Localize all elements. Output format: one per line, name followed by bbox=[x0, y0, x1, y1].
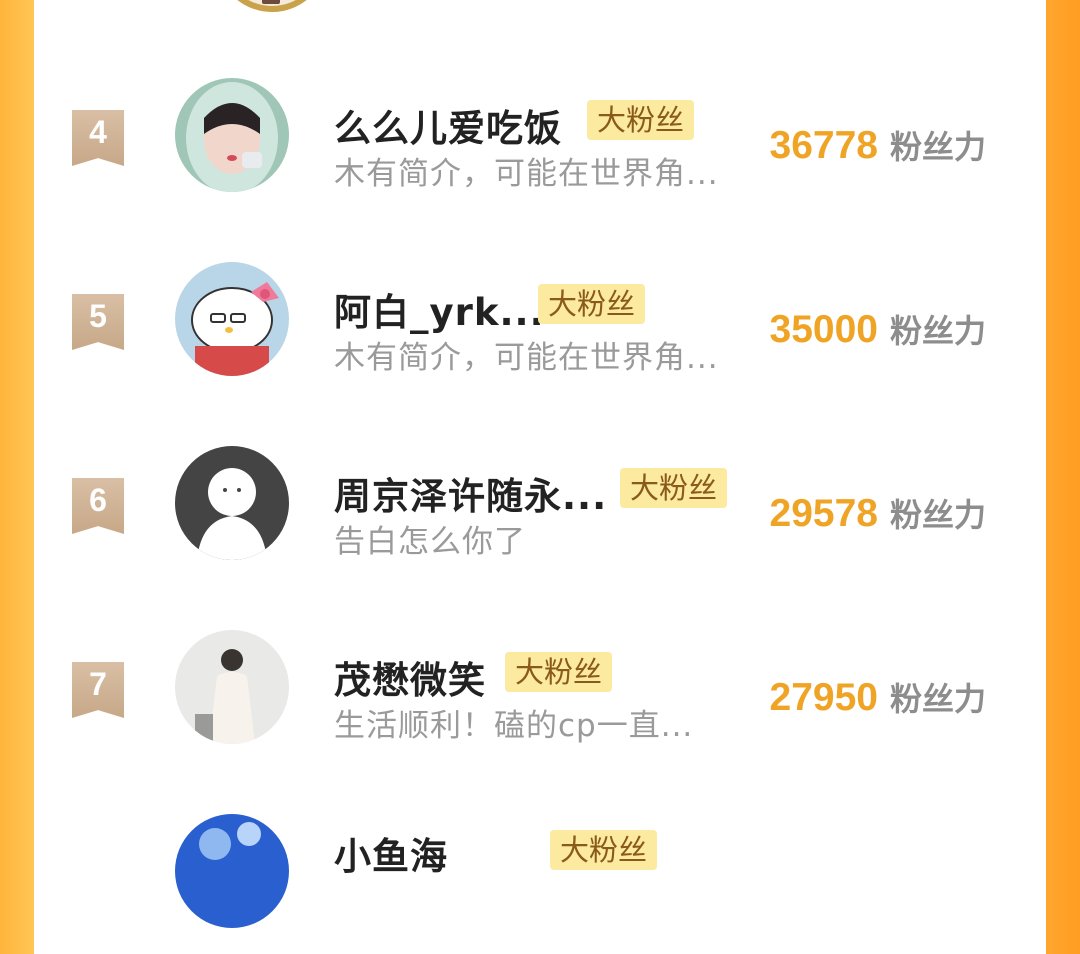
fan-ranking-card: 4 么么儿爱吃饭 大粉丝 木有简介，可能在世界角... 36778 粉丝力 5 bbox=[34, 0, 1046, 928]
rank-ribbon: 6 bbox=[72, 478, 124, 534]
list-item[interactable]: 4 么么儿爱吃饭 大粉丝 木有简介，可能在世界角... 36778 粉丝力 bbox=[34, 68, 1046, 218]
list-item[interactable]: 7 茂懋微笑 大粉丝 生活顺利！磕的cp一直... 27950 粉丝力 bbox=[34, 620, 1046, 770]
fan-name[interactable]: 小鱼海 bbox=[334, 826, 448, 880]
avatar-photo-image bbox=[175, 630, 289, 744]
avatar[interactable] bbox=[175, 446, 289, 560]
avatar[interactable] bbox=[175, 814, 289, 928]
fan-name[interactable]: 阿白_yrk... bbox=[334, 282, 545, 336]
fan-name[interactable]: 周京泽许随永... bbox=[334, 466, 607, 520]
fan-level-badge: 大粉丝 bbox=[538, 284, 646, 324]
list-item[interactable]: 6 周京泽许随永... 大粉丝 告白怎么你了 29578 粉丝力 bbox=[34, 436, 1046, 586]
avatar[interactable] bbox=[175, 78, 289, 192]
fan-score-unit: 粉丝力 bbox=[889, 312, 986, 350]
fan-level-badge: 大粉丝 bbox=[620, 468, 728, 508]
list-item[interactable]: 小鱼海 大粉丝 bbox=[34, 804, 1046, 954]
fan-score-value: 35000 bbox=[769, 308, 878, 351]
fan-score-unit: 粉丝力 bbox=[889, 496, 986, 534]
fan-score-unit: 粉丝力 bbox=[889, 680, 986, 718]
fan-score-value: 36778 bbox=[769, 124, 878, 167]
avatar[interactable] bbox=[175, 262, 289, 376]
fan-level-badge: 大粉丝 bbox=[587, 100, 695, 140]
list-item[interactable]: 5 阿白_yrk... 大粉丝 木有简介，可能在世界角... 35000 粉丝力 bbox=[34, 252, 1046, 402]
fan-score: 35000 粉丝力 bbox=[770, 306, 986, 352]
rank-ribbon: 7 bbox=[72, 662, 124, 718]
avatar[interactable] bbox=[216, 0, 328, 12]
fan-level-badge: 大粉丝 bbox=[550, 830, 658, 870]
fan-level-badge: 大粉丝 bbox=[505, 652, 613, 692]
fan-name[interactable]: 么么儿爱吃饭 bbox=[334, 98, 562, 152]
avatar-detail bbox=[262, 0, 280, 4]
fan-bio: 木有简介，可能在世界角... bbox=[334, 156, 719, 192]
avatar[interactable] bbox=[175, 630, 289, 744]
fan-bio: 生活顺利！磕的cp一直... bbox=[334, 708, 694, 744]
fan-name[interactable]: 茂懋微笑 bbox=[334, 650, 486, 704]
fan-score-unit: 粉丝力 bbox=[889, 128, 986, 166]
avatar-kitty-image bbox=[175, 262, 289, 376]
avatar-blue-image bbox=[175, 814, 289, 928]
fan-score: 36778 粉丝力 bbox=[770, 122, 986, 168]
rank-ribbon: 5 bbox=[72, 294, 124, 350]
avatar-girl-image bbox=[175, 78, 289, 192]
rank-ribbon: 4 bbox=[72, 110, 124, 166]
fan-bio: 木有简介，可能在世界角... bbox=[334, 340, 719, 376]
default-avatar-icon bbox=[175, 446, 289, 560]
fan-score-value: 29578 bbox=[769, 492, 878, 535]
fan-score: 29578 粉丝力 bbox=[770, 490, 986, 536]
fan-score: 27950 粉丝力 bbox=[770, 674, 986, 720]
fan-score-value: 27950 bbox=[769, 676, 878, 719]
fan-bio: 告白怎么你了 bbox=[334, 524, 526, 560]
